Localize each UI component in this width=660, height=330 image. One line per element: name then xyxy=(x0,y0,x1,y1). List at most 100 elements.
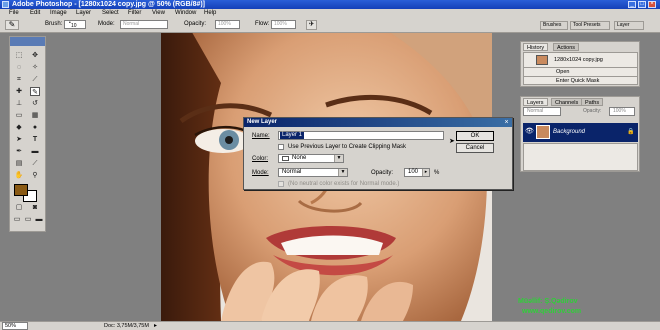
use-previous-label: Use Previous Layer to Create Clipping Ma… xyxy=(288,144,407,150)
mode-select[interactable]: Normal xyxy=(120,20,168,29)
notes-tool-icon[interactable]: ▤ xyxy=(14,159,24,168)
move-tool-icon[interactable]: ✥ xyxy=(30,51,40,60)
eraser-tool-icon[interactable]: ▭ xyxy=(14,111,24,120)
title-bar: Adobe Photoshop - [1280x1024 copy.jpg @ … xyxy=(0,0,660,9)
layer-name-input[interactable]: Layer 1 xyxy=(278,131,444,140)
opacity-unit: % xyxy=(434,170,440,176)
gradient-tool-icon[interactable]: ▦ xyxy=(30,111,40,120)
type-tool-icon[interactable]: T xyxy=(30,135,40,144)
layer-blend-mode[interactable]: Normal xyxy=(523,107,561,116)
magic-wand-tool-icon[interactable]: ✧ xyxy=(30,63,40,72)
new-layer-dialog: New Layer × Name: Layer 1 OK Cancel ➤ Us… xyxy=(243,117,513,190)
status-arrow-icon[interactable]: ▸ xyxy=(154,322,157,330)
close-icon[interactable]: × xyxy=(648,1,656,8)
menu-image[interactable]: Image xyxy=(50,9,67,17)
layer-opacity-label: Opacity: xyxy=(583,108,602,114)
zoom-tool-icon[interactable]: ⚲ xyxy=(30,171,40,180)
tab-paths[interactable]: Paths xyxy=(581,98,604,106)
menu-file[interactable]: File xyxy=(9,9,19,17)
history-item-open[interactable]: Open xyxy=(556,68,569,76)
shape-tool-icon[interactable]: ▬ xyxy=(30,147,40,156)
color-value: None xyxy=(292,155,307,161)
opacity-label: Opacity: xyxy=(371,170,394,176)
mouse-cursor-icon: ➤ xyxy=(449,138,455,145)
chevron-down-icon: ▼ xyxy=(334,155,343,162)
crop-tool-icon[interactable]: ⌗ xyxy=(14,75,24,84)
menu-edit[interactable]: Edit xyxy=(30,9,40,17)
brush-tool-icon[interactable]: ✎ xyxy=(5,20,19,30)
history-brush-icon[interactable]: ↺ xyxy=(30,99,40,108)
screen-mode-3-icon[interactable]: ▬ xyxy=(34,215,44,224)
menu-select[interactable]: Select xyxy=(102,9,119,17)
stamp-tool-icon[interactable]: ⊥ xyxy=(14,99,24,108)
slice-tool-icon[interactable]: ⟋ xyxy=(30,75,40,84)
tab-channels[interactable]: Channels xyxy=(551,98,583,106)
brush-size: 10 xyxy=(71,23,77,29)
zoom-field[interactable]: 50% xyxy=(2,322,28,330)
blur-tool-icon[interactable]: ◆ xyxy=(14,123,24,132)
toolbox-header xyxy=(10,37,45,46)
layer-row-background[interactable]: 👁 Background 🔒 xyxy=(523,123,638,142)
tab-brushes[interactable]: Brushes xyxy=(540,21,568,30)
cancel-button[interactable]: Cancel xyxy=(456,143,494,153)
layer-thumbnail xyxy=(536,125,550,139)
opacity-field[interactable]: 100% xyxy=(215,20,240,29)
screen-mode-1-icon[interactable]: ▭ xyxy=(12,215,22,224)
opacity-value: 100 xyxy=(408,169,419,175)
watermark-author: Müəllif: Ş.Qədirov xyxy=(518,298,578,305)
photoshop-app-icon xyxy=(2,1,9,8)
layer-opacity-field[interactable]: 100% xyxy=(609,107,635,116)
snapshot-name[interactable]: 1280x1024 copy.jpg xyxy=(554,56,603,64)
path-selection-icon[interactable]: ➤ xyxy=(14,135,24,144)
ok-button[interactable]: OK xyxy=(456,131,494,141)
standard-mode-icon[interactable]: ▢ xyxy=(14,203,24,212)
maximize-icon[interactable]: □ xyxy=(638,1,646,8)
brush-tool-active-icon[interactable]: ✎ xyxy=(30,87,40,96)
dialog-close-icon[interactable]: × xyxy=(502,118,511,127)
airbrush-icon[interactable]: ✈ xyxy=(306,20,317,30)
layer-name[interactable]: Background xyxy=(553,128,585,136)
history-item-quick-mask[interactable]: Enter Quick Mask xyxy=(556,77,599,85)
mode-value: Normal xyxy=(282,169,302,175)
menu-layer[interactable]: Layer xyxy=(76,9,91,17)
eye-icon[interactable]: 👁 xyxy=(525,128,534,136)
foreground-color-swatch[interactable] xyxy=(14,184,28,196)
menu-window[interactable]: Window xyxy=(175,9,196,17)
snapshot-thumbnail xyxy=(536,55,548,65)
brush-picker[interactable]: • 10 xyxy=(64,20,86,29)
flow-field[interactable]: 100% xyxy=(271,20,296,29)
quick-mask-icon[interactable]: ◙ xyxy=(30,203,40,212)
neutral-color-checkbox[interactable] xyxy=(278,181,284,187)
opacity-input[interactable]: 100 ▸ xyxy=(404,168,430,177)
mode-label: Mode: xyxy=(252,170,269,176)
mode-select[interactable]: Normal ▼ xyxy=(278,168,348,177)
minimize-icon[interactable]: _ xyxy=(628,1,636,8)
screen-mode-2-icon[interactable]: ▭ xyxy=(23,215,33,224)
layer-name-value: Layer 1 xyxy=(280,132,305,139)
pen-tool-icon[interactable]: ✒ xyxy=(14,147,24,156)
tab-actions[interactable]: Actions xyxy=(553,43,580,51)
tab-tool-presets[interactable]: Tool Presets xyxy=(570,21,610,30)
menu-help[interactable]: Help xyxy=(204,9,216,17)
chevron-right-icon[interactable]: ▸ xyxy=(422,169,429,176)
tab-layer-comps[interactable]: Layer xyxy=(614,21,644,30)
menu-filter[interactable]: Filter xyxy=(128,9,141,17)
history-list: 1280x1024 copy.jpg Open Enter Quick Mask xyxy=(523,52,638,85)
tab-history[interactable]: History xyxy=(523,43,549,51)
options-bar: ✎ Brush: • 10 Mode: Normal Opacity: 100% … xyxy=(0,17,660,33)
mode-label: Mode: xyxy=(98,21,115,27)
window-title: Adobe Photoshop - [1280x1024 copy.jpg @ … xyxy=(12,1,206,8)
tab-layers[interactable]: Layers xyxy=(523,98,548,106)
menu-view[interactable]: View xyxy=(152,9,165,17)
status-bar: 50% Doc: 3,75M/3,75M ▸ xyxy=(0,321,660,330)
dodge-tool-icon[interactable]: ● xyxy=(30,123,40,132)
healing-brush-icon[interactable]: ✚ xyxy=(14,87,24,96)
hand-tool-icon[interactable]: ✋ xyxy=(14,171,24,180)
color-select[interactable]: None ▼ xyxy=(278,154,344,163)
eyedropper-tool-icon[interactable]: ⟋ xyxy=(30,159,40,168)
marquee-tool-icon[interactable]: ⬚ xyxy=(14,51,24,60)
menu-bar: File Edit Image Layer Select Filter View… xyxy=(0,9,660,17)
use-previous-checkbox[interactable] xyxy=(278,144,284,150)
layers-empty-area xyxy=(523,143,638,171)
lasso-tool-icon[interactable]: ◌ xyxy=(14,63,24,72)
